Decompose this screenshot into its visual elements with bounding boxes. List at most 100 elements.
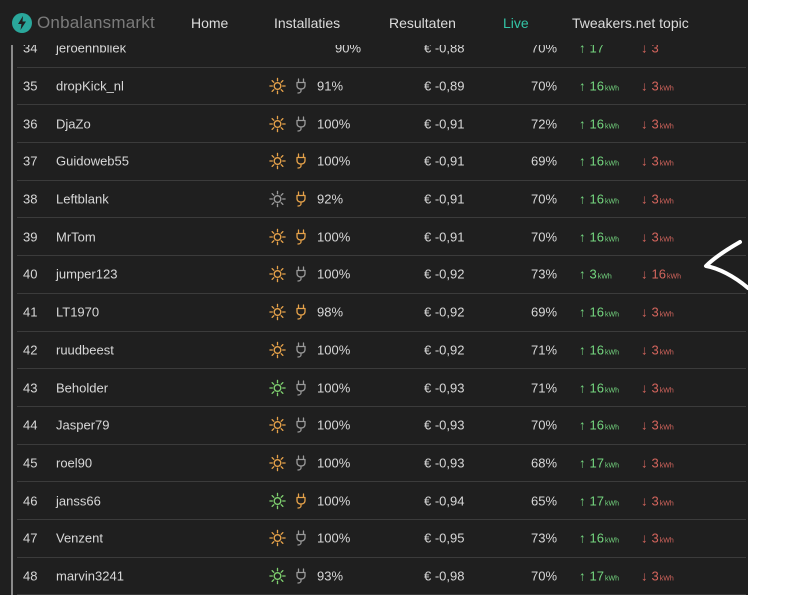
plug-icon bbox=[295, 116, 307, 132]
plug-icon bbox=[295, 304, 307, 320]
energy-down-value: 3 bbox=[651, 116, 659, 132]
table-row[interactable]: 35 dropKick_nl 91% € -0,89 70% ↑ 16kWh ↓ 3… bbox=[17, 68, 746, 106]
table-row[interactable]: 37 Guidoweb55 100% € -0,91 69% ↑ 16kWh ↓ 3… bbox=[17, 143, 746, 181]
nav-home[interactable]: Home bbox=[191, 15, 228, 31]
energy-up-unit: kWh bbox=[604, 160, 619, 168]
plug-icon bbox=[295, 568, 307, 584]
arrow-up-icon: ↑ bbox=[579, 568, 586, 584]
energy-down-unit: kWh bbox=[659, 387, 674, 395]
energy-up-value: 16 bbox=[589, 153, 604, 169]
coverage-percent-cell: 100% bbox=[317, 266, 351, 282]
energy-up-cell: ↑ 16kWh bbox=[579, 154, 619, 169]
arrow-down-icon: ↓ bbox=[641, 380, 648, 396]
sun-icon bbox=[269, 77, 286, 95]
table-row[interactable]: 38 Leftblank 92% € -0,91 70% ↑ 16kWh ↓ 3kW… bbox=[17, 181, 746, 219]
energy-down-cell: ↓ 3kWh bbox=[641, 79, 674, 94]
price-cell: € -0,91 bbox=[424, 229, 465, 245]
table-row[interactable]: 41 LT1970 98% € -0,92 69% ↑ 16kWh ↓ 3kWh bbox=[17, 294, 746, 332]
table-row[interactable]: 46 janss66 100% € -0,94 65% ↑ 17kWh ↓ 3kWh bbox=[17, 482, 746, 520]
left-border-line bbox=[11, 45, 13, 595]
rank-cell: 37 bbox=[23, 153, 38, 169]
ratio-percent-cell: 68% bbox=[531, 455, 558, 471]
energy-down-unit: kWh bbox=[659, 198, 674, 206]
table-row[interactable]: 45 roel90 100% € -0,93 68% ↑ 17kWh ↓ 3kWh bbox=[17, 445, 746, 483]
table-row[interactable]: 48 marvin3241 93% € -0,98 70% ↑ 17kWh ↓ 3k… bbox=[17, 558, 746, 595]
energy-down-unit: kWh bbox=[659, 500, 674, 508]
energy-up-cell: ↑ 17kWh bbox=[579, 455, 619, 470]
energy-up-value: 16 bbox=[589, 191, 604, 207]
energy-down-unit: kWh bbox=[659, 575, 674, 583]
energy-down-value: 3 bbox=[651, 530, 659, 546]
nav-live[interactable]: Live bbox=[503, 15, 529, 31]
energy-up-value: 16 bbox=[589, 530, 604, 546]
arrow-up-icon: ↑ bbox=[579, 493, 586, 509]
sun-icon bbox=[269, 341, 286, 359]
coverage-percent-cell: 100% bbox=[317, 530, 351, 546]
plug-icon bbox=[295, 229, 307, 245]
energy-up-cell: ↑ 3kWh bbox=[579, 267, 612, 282]
table-row[interactable]: 39 MrTom 100% € -0,91 70% ↑ 16kWh ↓ 3kWh bbox=[17, 218, 746, 257]
plug-icon bbox=[295, 78, 307, 94]
arrow-up-icon: ↑ bbox=[579, 304, 586, 320]
name-cell: Beholder bbox=[56, 380, 109, 396]
plug-icon bbox=[295, 492, 307, 509]
leaderboard-table: 34 jeroennbliek 90% € -0,88 70% ↑ 17 ↓ 3 3… bbox=[17, 30, 746, 595]
arrow-up-icon: ↑ bbox=[579, 530, 586, 546]
name-cell: Jasper79 bbox=[56, 417, 110, 433]
energy-up-cell: ↑ 17kWh bbox=[579, 568, 619, 583]
arrow-down-icon: ↓ bbox=[641, 116, 648, 132]
plug-icon bbox=[295, 455, 307, 471]
energy-up-unit: kWh bbox=[597, 273, 612, 281]
nav-installaties[interactable]: Installaties bbox=[274, 15, 340, 31]
arrow-up-icon: ↑ bbox=[579, 266, 586, 282]
energy-down-unit: kWh bbox=[659, 311, 674, 319]
top-navbar: Onbalansmarkt Home Installaties Resultat… bbox=[0, 0, 748, 45]
arrow-down-icon: ↓ bbox=[641, 568, 648, 584]
energy-down-cell: ↓ 3kWh bbox=[641, 531, 674, 546]
table-row[interactable]: 47 Venzent 100% € -0,95 73% ↑ 16kWh ↓ 3kWh bbox=[17, 520, 746, 558]
name-cell: jumper123 bbox=[56, 266, 118, 282]
rank-cell: 40 bbox=[23, 266, 38, 282]
arrow-down-icon: ↓ bbox=[641, 78, 648, 94]
table-row[interactable]: 42 ruudbeest 100% € -0,92 71% ↑ 16kWh ↓ 3k… bbox=[17, 332, 746, 370]
energy-down-unit: kWh bbox=[659, 349, 674, 357]
energy-down-unit: kWh bbox=[659, 462, 674, 470]
price-cell: € -0,98 bbox=[424, 568, 465, 584]
energy-up-unit: kWh bbox=[604, 85, 619, 93]
price-cell: € -0,93 bbox=[424, 380, 465, 396]
arrow-down-icon: ↓ bbox=[641, 530, 648, 546]
app-window: Onbalansmarkt Home Installaties Resultat… bbox=[0, 0, 748, 595]
energy-down-value: 3 bbox=[651, 191, 659, 207]
energy-up-unit: kWh bbox=[604, 198, 619, 206]
sun-icon bbox=[269, 530, 286, 547]
arrow-down-icon: ↓ bbox=[641, 229, 648, 245]
arrow-up-icon: ↑ bbox=[579, 191, 586, 207]
energy-down-value: 3 bbox=[651, 455, 659, 471]
energy-down-cell: ↓ 3kWh bbox=[641, 380, 674, 395]
nav-tweakers-topic[interactable]: Tweakers.net topic bbox=[572, 15, 689, 31]
table-row[interactable]: 36 DjaZo 100% € -0,91 72% ↑ 16kWh ↓ 3kWh bbox=[17, 105, 746, 144]
nav-resultaten[interactable]: Resultaten bbox=[389, 15, 456, 31]
name-cell: marvin3241 bbox=[56, 568, 124, 584]
ratio-percent-cell: 65% bbox=[531, 493, 558, 509]
table-row[interactable]: 40 jumper123 100% € -0,92 73% ↑ 3kWh ↓ 16k… bbox=[17, 256, 746, 294]
coverage-percent-cell: 100% bbox=[317, 417, 351, 433]
name-cell: Guidoweb55 bbox=[56, 153, 129, 169]
energy-down-unit: kWh bbox=[659, 537, 674, 545]
energy-down-cell: ↓ 3kWh bbox=[641, 568, 674, 583]
table-row[interactable]: 43 Beholder 100% € -0,93 71% ↑ 16kWh ↓ 3kW… bbox=[17, 369, 746, 407]
coverage-percent-cell: 100% bbox=[317, 229, 351, 245]
energy-down-value: 3 bbox=[651, 493, 659, 509]
sun-icon bbox=[269, 153, 286, 170]
name-cell: janss66 bbox=[56, 493, 101, 509]
energy-down-value: 16 bbox=[651, 266, 666, 282]
energy-up-unit: kWh bbox=[604, 575, 619, 583]
table-row[interactable]: 44 Jasper79 100% € -0,93 70% ↑ 16kWh ↓ 3kW… bbox=[17, 407, 746, 445]
arrow-up-icon: ↑ bbox=[579, 229, 586, 245]
energy-up-value: 16 bbox=[589, 116, 604, 132]
sun-icon bbox=[269, 115, 286, 132]
arrow-down-icon: ↓ bbox=[641, 153, 648, 169]
coverage-percent-cell: 93% bbox=[317, 568, 344, 584]
price-cell: € -0,89 bbox=[424, 78, 465, 94]
energy-down-value: 3 bbox=[651, 417, 659, 433]
